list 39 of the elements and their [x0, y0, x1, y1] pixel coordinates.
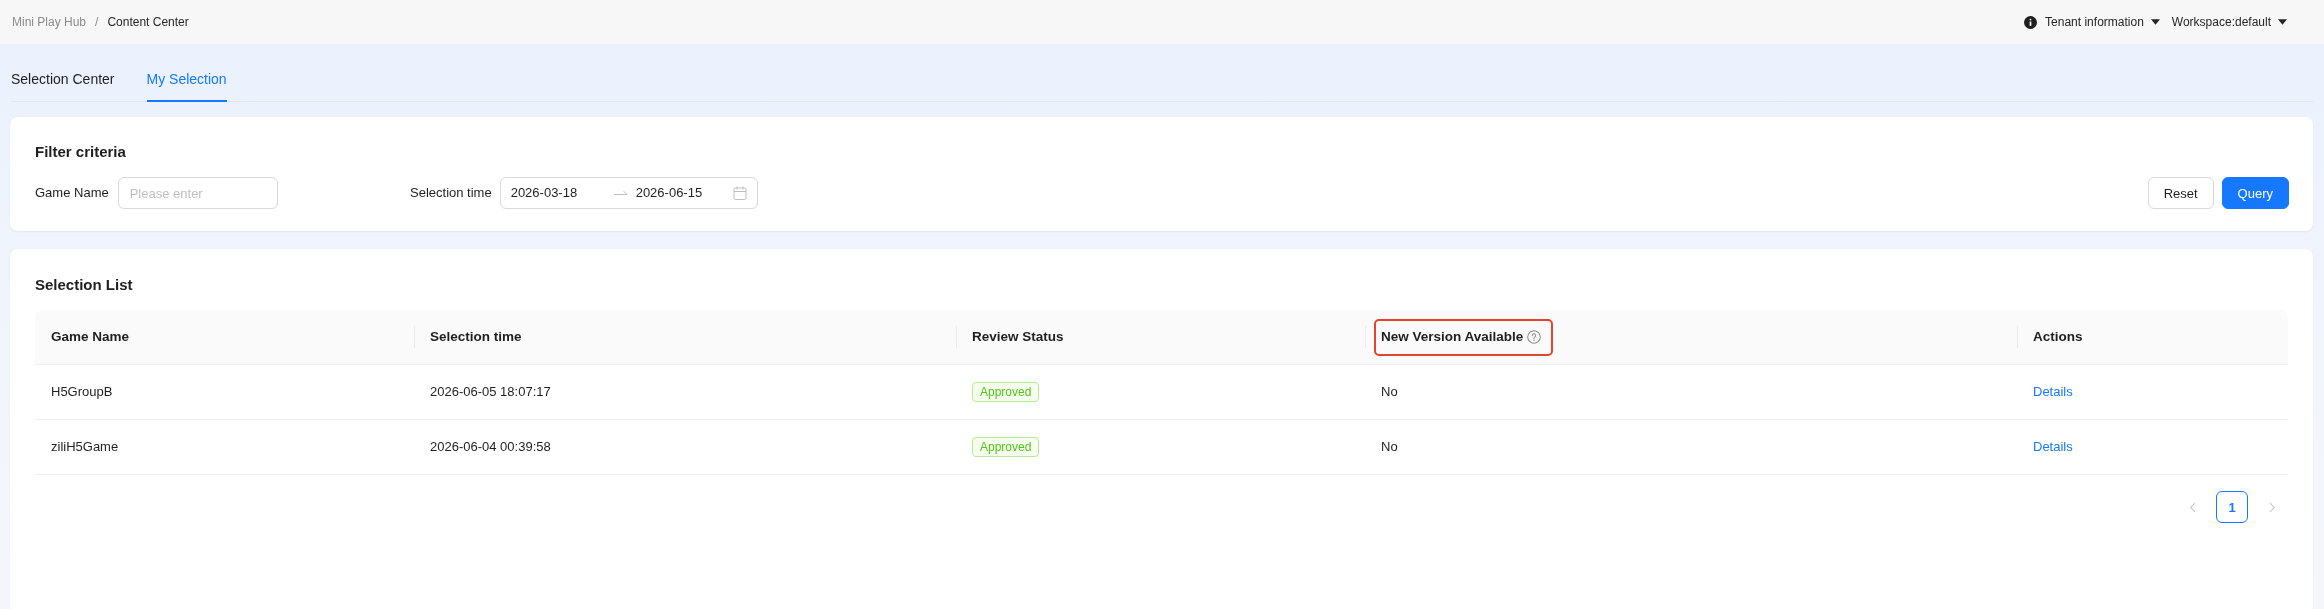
input-field[interactable]: Please enter — [117, 177, 278, 209]
column-header: Game Name — [51, 328, 130, 346]
details-link[interactable]: Details — [2033, 439, 2073, 454]
page-button[interactable]: 1 — [2216, 491, 2248, 523]
column-header: Actions — [2033, 328, 2083, 346]
breadcrumb-link[interactable]: Mini Play Hub — [12, 13, 87, 31]
start-date: 2026-03-18 — [510, 184, 579, 202]
table-cell: No — [1381, 439, 1398, 454]
end-date: 2026-06-15 — [635, 184, 704, 202]
details-link[interactable]: Details — [2033, 384, 2073, 399]
section-title: Filter criteria — [35, 142, 127, 162]
arrow-right-icon — [613, 190, 628, 196]
field-label: Selection time — [410, 184, 492, 202]
status-tag: Approved — [972, 382, 1040, 402]
caret-down-icon — [2278, 19, 2287, 25]
column-header: Review Status — [972, 328, 1064, 346]
info-icon — [2024, 15, 2038, 29]
help-icon[interactable] — [1527, 330, 1542, 344]
date-range-field[interactable]: 2026-03-18 2026-06-15 — [499, 177, 758, 209]
table-cell: 2026-06-05 18:07:17 — [430, 384, 551, 399]
header-dropdown[interactable]: Tenant information — [2024, 13, 2160, 31]
table-cell: H5GroupB — [51, 384, 113, 399]
reset-button[interactable]: Reset — [2147, 177, 2214, 209]
section-title: Selection List — [35, 275, 134, 295]
current-page-label: Content Center — [107, 14, 189, 31]
tab[interactable]: Selection Center — [11, 54, 115, 102]
column-header: New Version Available — [1381, 328, 1524, 346]
table-cell: 2026-06-04 00:39:58 — [430, 439, 551, 454]
table-cell: No — [1381, 384, 1398, 399]
query-button[interactable]: Query — [2221, 177, 2289, 209]
status-tag: Approved — [972, 437, 1040, 457]
header-dropdown[interactable]: Workspace:default — [2171, 13, 2287, 31]
caret-down-icon — [2150, 19, 2160, 25]
table-cell: ziliH5Game — [51, 439, 119, 454]
calendar-icon — [732, 186, 747, 200]
breadcrumb-separator: / — [95, 14, 99, 31]
field-label: Game Name — [35, 184, 109, 202]
column-header: Selection time — [430, 328, 522, 346]
tab[interactable]: My Selection — [146, 54, 227, 102]
